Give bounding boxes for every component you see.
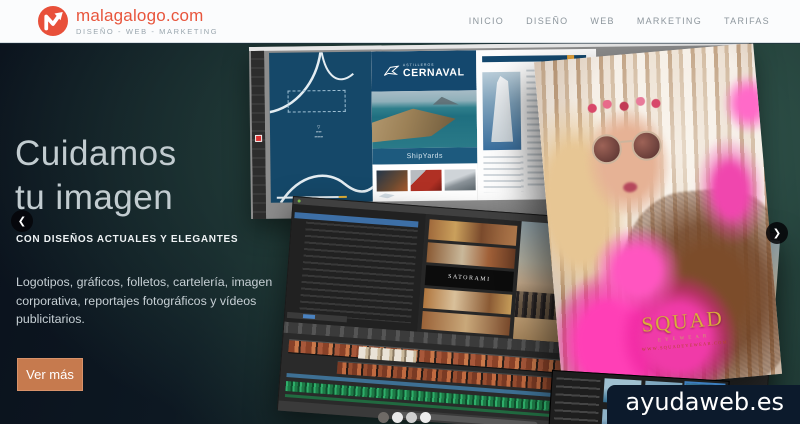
hero-description: Logotipos, gráficos, folletos, cartelerí… <box>16 273 318 329</box>
sunglasses-lens-right <box>630 129 663 162</box>
hero-carousel: ▽━━━━━ ASTILLEROS CERNAVAL <box>0 42 800 424</box>
photo-browser-sidebar <box>552 377 601 424</box>
ship-bow-shape <box>490 76 513 142</box>
design-app-color-swatch <box>255 135 262 142</box>
sunglasses-lens-left <box>591 133 624 166</box>
hero-title: Cuidamos tu imagen <box>15 132 177 220</box>
nav-item-tarifas[interactable]: TARIFAS <box>724 16 770 26</box>
brochure-caption-bar: ShipYards <box>372 147 477 164</box>
nav-item-marketing[interactable]: MARKETING <box>637 16 702 26</box>
carousel-dot-3[interactable] <box>406 412 417 423</box>
brochure-back-cover: ▽━━━━━ <box>269 52 373 203</box>
port-land <box>371 102 458 145</box>
chevron-right-icon: ❯ <box>773 228 781 239</box>
brochure-front-cover: ASTILLEROS CERNAVAL ShipYards <box>371 50 478 201</box>
carousel-next-button[interactable]: ❯ <box>766 222 788 244</box>
carousel-dot-1[interactable] <box>378 412 389 423</box>
nav-item-inicio[interactable]: INICIO <box>469 16 504 26</box>
nav-item-web[interactable]: WEB <box>590 16 614 26</box>
gibraltar-rock <box>433 97 459 105</box>
ayudaweb-watermark: ayudaweb.es <box>607 385 800 424</box>
clip-thumbnail-logo: SATORAMI <box>425 265 514 292</box>
carousel-dot-2[interactable] <box>392 412 403 423</box>
squad-poster-photo: SQUAD EYEWEAR WWW.SQUADEYEWEAR.COM <box>534 43 782 393</box>
ship-bow-photo <box>482 72 521 150</box>
page: malagalogo.com DISEÑO - WEB - MARKETING … <box>0 0 800 424</box>
clip-thumbnail-3 <box>423 288 512 315</box>
poster-round-sunglasses <box>591 129 668 167</box>
logo-m-arrow-icon <box>38 6 68 36</box>
main-nav: INICIO DISEÑO WEB MARKETING TARIFAS <box>469 0 770 42</box>
brochure-thumbnails <box>376 169 475 191</box>
brochure-header-band: ASTILLEROS CERNAVAL <box>371 50 476 91</box>
brochure-thumb-2 <box>410 170 441 191</box>
carousel-prev-button[interactable]: ❮ <box>11 210 33 232</box>
brochure-brand: CERNAVAL <box>403 67 465 78</box>
brochure-aerial-photo <box>372 90 478 148</box>
nav-item-diseno[interactable]: DISEÑO <box>526 16 568 26</box>
carousel-dots <box>378 412 431 423</box>
editor-selected-file-row <box>294 212 418 227</box>
brochure-back-logo-block: ▽━━━━━ <box>296 124 342 151</box>
ver-mas-button[interactable]: Ver más <box>17 358 83 391</box>
carousel-dot-4[interactable] <box>420 412 431 423</box>
chevron-left-icon: ❮ <box>18 216 26 227</box>
clip-thumbnail-4 <box>421 311 510 336</box>
clip-thumbnail-2 <box>426 242 515 269</box>
hero-title-line2: tu imagen <box>15 176 177 220</box>
selection-marquee <box>288 90 346 113</box>
brochure-thumb-3 <box>444 169 475 190</box>
squad-brand-block: SQUAD EYEWEAR WWW.SQUADEYEWEAR.COM <box>639 306 728 352</box>
brochure-mini-logo <box>379 193 395 198</box>
logo-text: malagalogo.com DISEÑO - WEB - MARKETING <box>76 7 218 36</box>
editor-window-dot <box>298 199 301 202</box>
hero-subtitle: CON DISEÑOS ACTUALES Y ELEGANTES <box>16 234 238 245</box>
inner-page-text-column-2 <box>483 156 523 192</box>
logo-name: malagalogo.com <box>76 7 218 24</box>
logo[interactable]: malagalogo.com DISEÑO - WEB - MARKETING <box>38 6 218 36</box>
editor-clip-bin: SATORAMI <box>417 214 522 339</box>
cernaval-bird-icon <box>383 65 399 77</box>
hero-title-line1: Cuidamos <box>15 132 177 176</box>
clip-thumbnail-1 <box>428 219 517 246</box>
logo-tagline: DISEÑO - WEB - MARKETING <box>76 28 218 36</box>
brochure-thumb-1 <box>376 170 407 191</box>
timeline-light-segment <box>358 346 417 362</box>
site-header: malagalogo.com DISEÑO - WEB - MARKETING … <box>0 0 800 42</box>
brochure-rule-accent <box>339 196 347 198</box>
sunglasses-bridge <box>620 140 632 143</box>
